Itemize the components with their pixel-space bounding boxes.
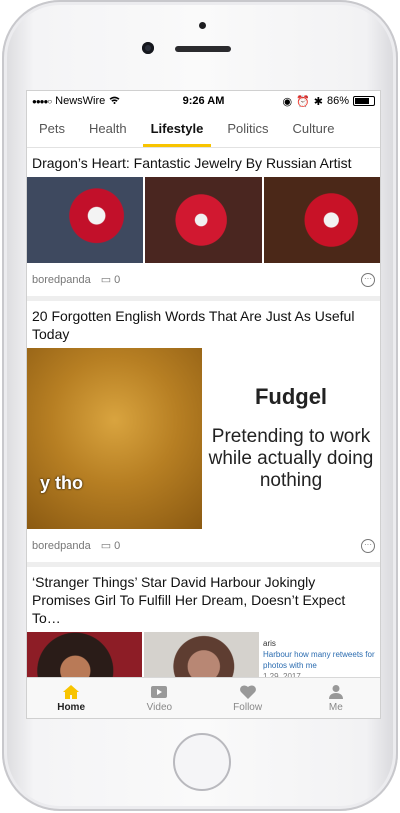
app-screen: ●●●●○ NewsWire 9:26 AM ◉ ⏰ ✱ 86% Pets He… bbox=[26, 90, 381, 719]
heart-icon bbox=[239, 685, 256, 699]
tab-pets[interactable]: Pets bbox=[27, 111, 77, 147]
person-icon bbox=[328, 684, 343, 699]
tab-me-label: Me bbox=[328, 701, 343, 713]
definition-text: Pretending to work while actually doing … bbox=[208, 425, 374, 491]
comment-count: 0 bbox=[114, 273, 121, 286]
image-caption: y tho bbox=[40, 473, 83, 493]
front-camera bbox=[142, 42, 154, 54]
more-options-icon[interactable]: ··· bbox=[361, 272, 375, 287]
meme-image: y tho bbox=[27, 348, 202, 529]
more-options-icon[interactable]: ··· bbox=[361, 538, 375, 553]
tab-video[interactable]: Video bbox=[115, 678, 203, 718]
status-time: 9:26 AM bbox=[182, 95, 225, 107]
article-title[interactable]: Dragon’s Heart: Fantastic Jewelry By Rus… bbox=[27, 148, 380, 177]
news-feed: Dragon’s Heart: Fantastic Jewelry By Rus… bbox=[27, 148, 380, 718]
tab-home[interactable]: Home bbox=[27, 678, 115, 718]
tab-follow-label: Follow bbox=[233, 701, 263, 713]
comments[interactable]: ▭ 0 bbox=[100, 539, 121, 553]
article-title[interactable]: ‘Stranger Things’ Star David Harbour Jok… bbox=[27, 567, 380, 632]
article-source: boredpanda bbox=[32, 539, 91, 552]
tab-lifestyle[interactable]: Lifestyle bbox=[139, 111, 216, 147]
tab-home-label: Home bbox=[57, 701, 86, 713]
tab-follow[interactable]: Follow bbox=[204, 678, 292, 718]
comment-count: 0 bbox=[114, 539, 121, 552]
dragon-jewelry-image[interactable] bbox=[263, 177, 380, 263]
definition-card: Fudgel Pretending to work while actually… bbox=[202, 348, 380, 529]
tweet-user: aris bbox=[263, 639, 276, 648]
tab-culture[interactable]: Culture bbox=[281, 111, 347, 147]
video-icon bbox=[151, 685, 168, 698]
tab-me[interactable]: Me bbox=[292, 678, 380, 718]
bottom-tab-bar: Home Video Follow Me bbox=[27, 677, 380, 718]
comment-icon: ▭ bbox=[100, 540, 112, 552]
article-source: boredpanda bbox=[32, 273, 91, 286]
comment-icon: ▭ bbox=[100, 274, 112, 286]
article-meta: boredpanda ▭ 0 ··· bbox=[27, 529, 380, 562]
article-title[interactable]: 20 Forgotten English Words That Are Just… bbox=[27, 301, 380, 348]
definition-word: Fudgel bbox=[254, 383, 328, 409]
home-button[interactable] bbox=[173, 733, 231, 791]
article-card[interactable]: 20 Forgotten English Words That Are Just… bbox=[27, 301, 380, 567]
tab-politics[interactable]: Politics bbox=[215, 111, 280, 147]
tab-video-label: Video bbox=[146, 701, 173, 713]
battery-icon bbox=[353, 96, 375, 106]
article-card[interactable]: Dragon’s Heart: Fantastic Jewelry By Rus… bbox=[27, 148, 380, 301]
status-bar: ●●●●○ NewsWire 9:26 AM ◉ ⏰ ✱ 86% bbox=[27, 91, 380, 111]
article-meta: boredpanda ▭ 0 ··· bbox=[27, 263, 380, 296]
category-tabs: Pets Health Lifestyle Politics Culture bbox=[27, 111, 380, 148]
article-image[interactable]: y tho Fudgel Pretending to work while ac… bbox=[27, 348, 380, 529]
article-images bbox=[27, 177, 380, 263]
tweet-text: Harbour how many retweets for photos wit… bbox=[263, 650, 375, 670]
home-icon bbox=[63, 684, 80, 699]
dragon-jewelry-image[interactable] bbox=[27, 177, 144, 263]
dragon-jewelry-image[interactable] bbox=[145, 177, 262, 263]
proximity-sensor bbox=[199, 22, 206, 29]
tab-health[interactable]: Health bbox=[77, 111, 139, 147]
earpiece-speaker bbox=[175, 46, 231, 52]
phone-frame: ●●●●○ NewsWire 9:26 AM ◉ ⏰ ✱ 86% Pets He… bbox=[2, 0, 398, 811]
comments[interactable]: ▭ 0 bbox=[100, 273, 121, 287]
